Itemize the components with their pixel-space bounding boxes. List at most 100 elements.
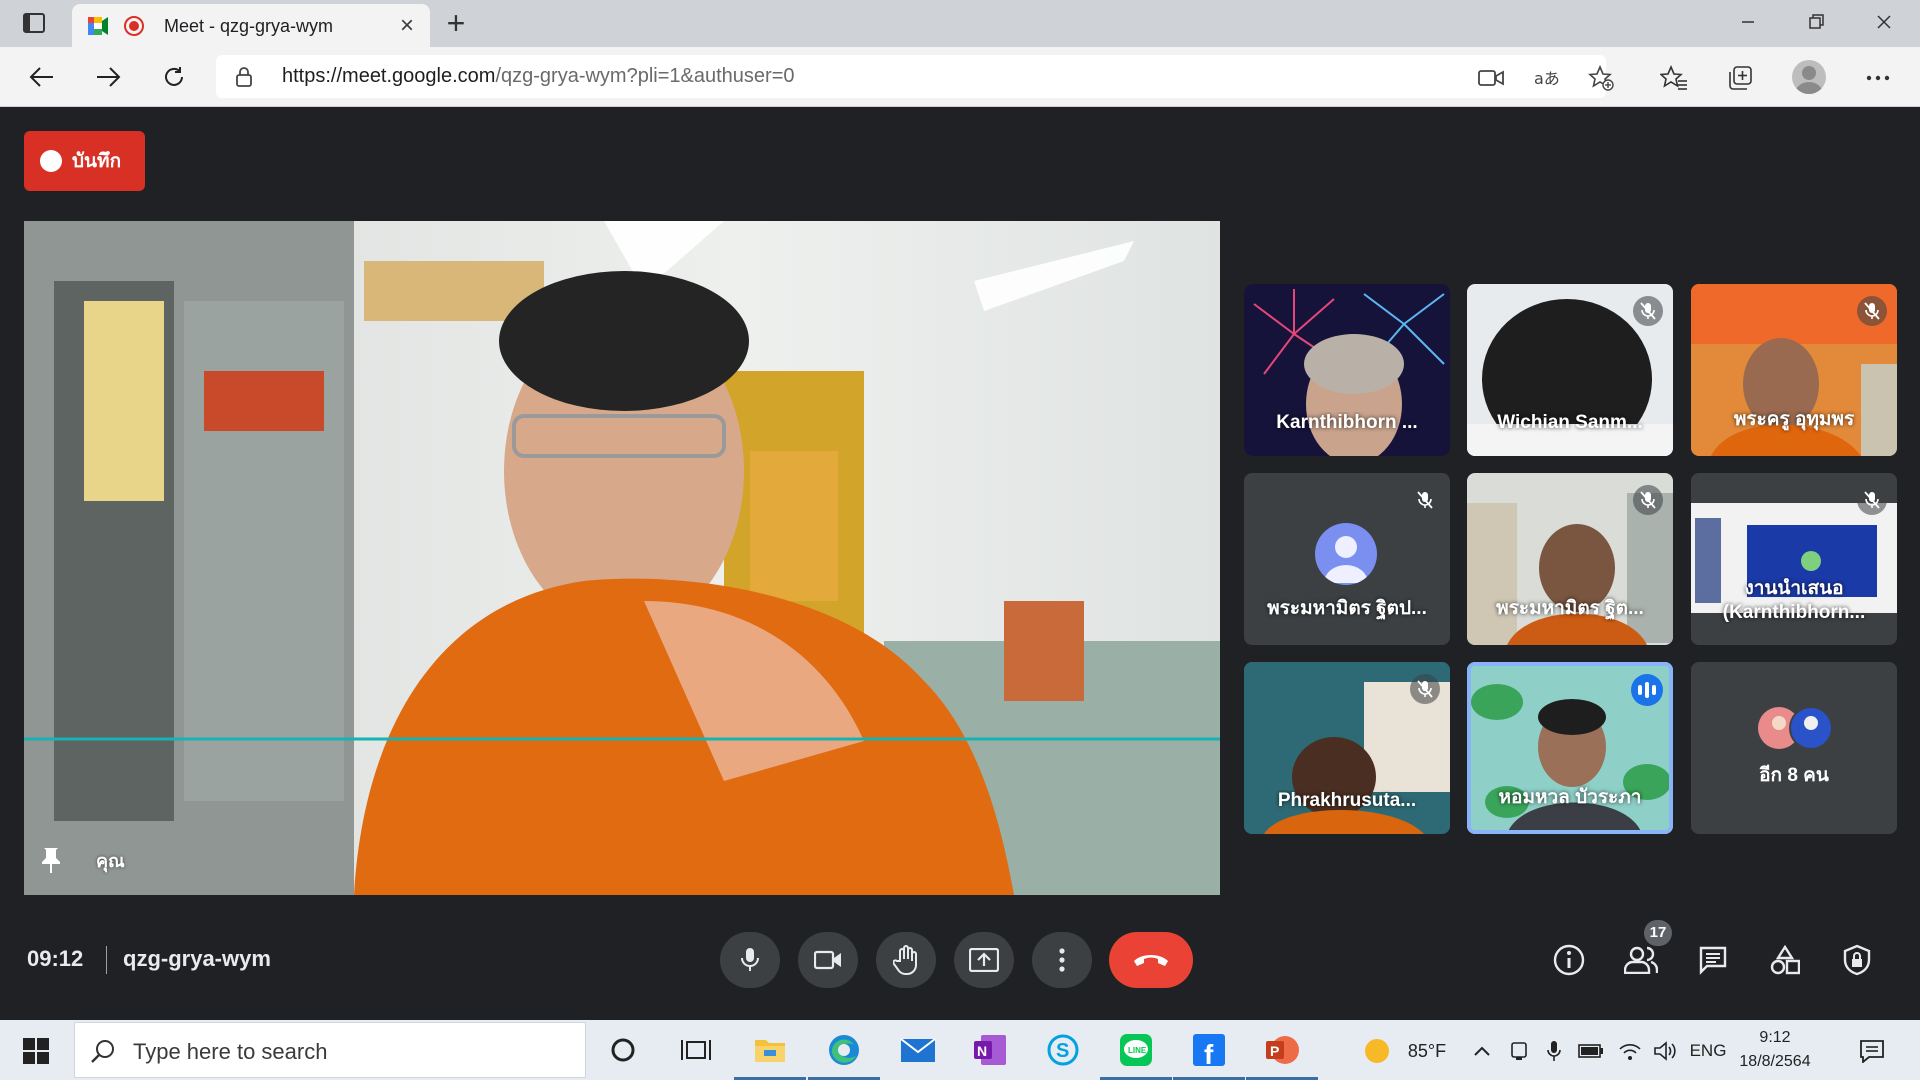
favorites-icon[interactable]: [1656, 60, 1692, 96]
mic-icon: [741, 948, 759, 971]
restore-icon[interactable]: [1786, 0, 1846, 44]
browser-tab-bar: Meet - qzg-grya-wym × +: [0, 0, 1920, 47]
skype-icon[interactable]: S: [1043, 1030, 1083, 1070]
start-button[interactable]: [14, 1034, 58, 1068]
volume-icon[interactable]: [1652, 1038, 1680, 1064]
new-tab-button[interactable]: +: [440, 7, 472, 40]
read-aloud-icon[interactable]: aあ: [1532, 65, 1562, 91]
collections-icon[interactable]: [1722, 60, 1758, 96]
meeting-time: 09:12: [27, 946, 84, 971]
main-video-self[interactable]: คุณ: [24, 221, 1220, 895]
search-placeholder: Type here to search: [133, 1039, 328, 1064]
recording-indicator-icon: [124, 16, 144, 36]
battery-icon[interactable]: [1576, 1038, 1606, 1064]
meeting-info-button[interactable]: [1549, 940, 1589, 980]
minimize-icon[interactable]: [1718, 0, 1778, 44]
meeting-code: qzg-grya-wym: [123, 946, 271, 971]
facebook-icon[interactable]: f: [1173, 1030, 1245, 1080]
url-text[interactable]: https://meet.google.com/qzg-grya-wym?pli…: [282, 65, 795, 88]
powerpoint-icon[interactable]: P: [1246, 1030, 1318, 1080]
forward-icon[interactable]: [88, 57, 128, 97]
people-icon: [1624, 946, 1658, 974]
language-indicator[interactable]: ENG: [1686, 1038, 1730, 1064]
svg-text:LINE: LINE: [1128, 1046, 1147, 1055]
activities-button[interactable]: [1765, 940, 1805, 980]
participant-tile[interactable]: พระครู อุทุมพร: [1691, 284, 1897, 456]
mail-icon[interactable]: [898, 1030, 938, 1070]
camera-button[interactable]: [798, 932, 858, 988]
svg-text:f: f: [1204, 1039, 1214, 1067]
add-favorite-icon[interactable]: [1586, 65, 1616, 91]
mic-button[interactable]: [720, 932, 780, 988]
participant-tile[interactable]: Karnthibhorn ...: [1244, 284, 1450, 456]
notifications-icon[interactable]: [1856, 1038, 1888, 1064]
show-hidden-icons-icon[interactable]: [1470, 1038, 1494, 1064]
participant-tile[interactable]: พระมหามิตร ฐิตป...: [1244, 473, 1450, 645]
participant-name: งานนำเสนอ (Karnthibhorn...: [1722, 578, 1866, 623]
activities-icon: [1770, 945, 1800, 975]
participant-tile[interactable]: Phrakhrusuta...: [1244, 662, 1450, 834]
record-dot-icon: [40, 150, 62, 172]
present-icon: [969, 948, 999, 972]
chat-icon: [1699, 946, 1727, 975]
address-bar[interactable]: https://meet.google.com/qzg-grya-wym?pli…: [216, 55, 1614, 98]
chat-button[interactable]: [1693, 940, 1733, 980]
pin-icon[interactable]: [40, 846, 62, 879]
self-name-label: คุณ: [96, 851, 125, 871]
participant-name: พระมหามิตร ฐิต...: [1496, 598, 1644, 619]
participant-name: Phrakhrusuta...: [1277, 790, 1417, 811]
hangup-button[interactable]: [1109, 932, 1193, 988]
wifi-icon[interactable]: [1616, 1038, 1644, 1064]
more-options-button[interactable]: [1032, 932, 1092, 988]
camera-icon: [814, 950, 841, 970]
presentation-tile[interactable]: งานนำเสนอ (Karnthibhorn...: [1691, 473, 1897, 645]
lock-icon[interactable]: [236, 67, 252, 92]
back-icon[interactable]: [22, 57, 62, 97]
meet-favicon-icon: [88, 17, 108, 35]
line-icon[interactable]: LINE: [1100, 1030, 1172, 1080]
participant-name: พระครู อุทุมพร: [1733, 409, 1855, 430]
tab-actions-icon[interactable]: [16, 8, 52, 38]
mic-off-icon: [1410, 674, 1440, 704]
svg-text:P: P: [1270, 1043, 1279, 1059]
divider: [106, 946, 107, 974]
raise-hand-button[interactable]: [876, 932, 936, 988]
search-icon: [91, 1039, 115, 1068]
task-view-icon[interactable]: [676, 1030, 716, 1070]
onenote-icon[interactable]: N: [970, 1030, 1010, 1070]
weather-icon[interactable]: [1360, 1038, 1394, 1064]
weather-temperature[interactable]: 85°F: [1402, 1038, 1452, 1064]
people-button[interactable]: [1621, 940, 1661, 980]
host-controls-button[interactable]: [1837, 940, 1877, 980]
profile-icon[interactable]: [1792, 60, 1826, 94]
camera-icon[interactable]: [1476, 65, 1506, 91]
participant-tile-speaking[interactable]: หอมหวล บัวระภา: [1467, 662, 1673, 834]
participant-tile[interactable]: พระมหามิตร ฐิต...: [1467, 473, 1673, 645]
more-participants-label: อีก 8 คน: [1759, 765, 1829, 786]
hangup-icon: [1134, 955, 1168, 966]
windows-logo-icon: [23, 1038, 49, 1064]
meet-now-icon[interactable]: [1506, 1038, 1532, 1064]
clock-date: 18/8/2564: [1739, 1053, 1811, 1070]
close-icon[interactable]: [1854, 0, 1914, 44]
participant-tile[interactable]: Wichian Sanm...: [1467, 284, 1673, 456]
file-explorer-icon[interactable]: [734, 1030, 806, 1080]
self-video-frame: [24, 221, 1220, 895]
microphone-tray-icon[interactable]: [1542, 1038, 1566, 1064]
svg-text:S: S: [1056, 1040, 1069, 1062]
browser-tab-meet[interactable]: Meet - qzg-grya-wym ×: [72, 4, 430, 47]
mic-off-icon: [1633, 485, 1663, 515]
recording-button[interactable]: บันทึก: [24, 131, 145, 191]
more-participants-tile[interactable]: อีก 8 คน: [1691, 662, 1897, 834]
taskbar-clock[interactable]: 9:12 18/8/2564: [1730, 1026, 1820, 1074]
cortana-icon[interactable]: [603, 1030, 643, 1070]
more-icon[interactable]: [1860, 60, 1896, 96]
edge-icon[interactable]: [808, 1030, 880, 1080]
taskbar-search-box[interactable]: Type here to search: [74, 1022, 586, 1078]
avatar: [1315, 523, 1377, 585]
present-button[interactable]: [954, 932, 1014, 988]
tab-close-button[interactable]: ×: [394, 13, 420, 39]
mic-off-icon: [1857, 296, 1887, 326]
refresh-icon[interactable]: [154, 57, 194, 97]
participant-name: พระมหามิตร ฐิตป...: [1267, 598, 1427, 619]
